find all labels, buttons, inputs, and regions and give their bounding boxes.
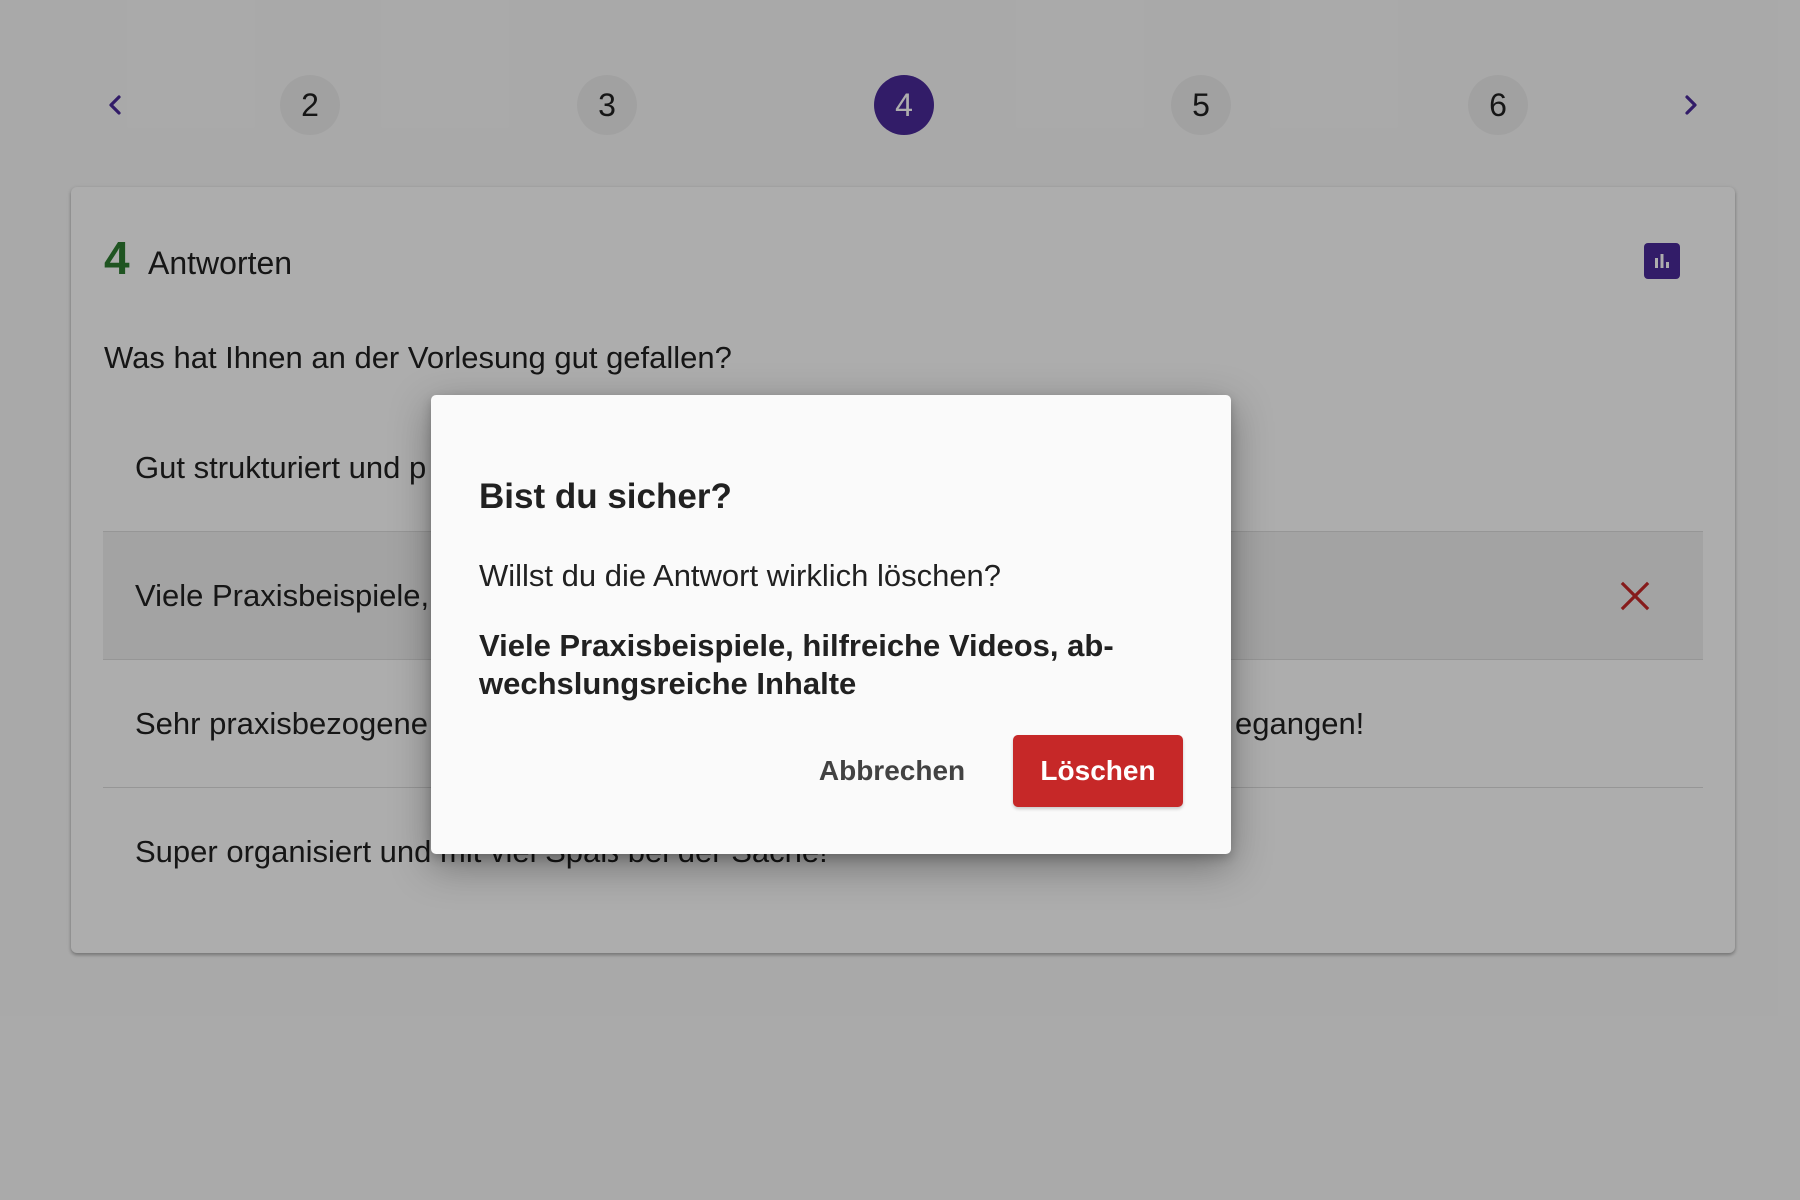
survey-results-page: 2 3 4 5 6 4 Antworten Was hat Ihnen an d…	[0, 0, 1800, 1200]
cancel-button[interactable]: Abbrechen	[802, 735, 982, 807]
dialog-title: Bist du sicher?	[479, 477, 732, 516]
confirm-delete-dialog: Bist du sicher? Willst du die Antwort wi…	[431, 395, 1231, 854]
dialog-message: Willst du die Antwort wirklich löschen?	[479, 558, 1002, 593]
dialog-answer-text: Viele Praxisbeispiele, hilfreiche Videos…	[479, 628, 1114, 701]
confirm-delete-button[interactable]: Löschen	[1013, 735, 1183, 807]
